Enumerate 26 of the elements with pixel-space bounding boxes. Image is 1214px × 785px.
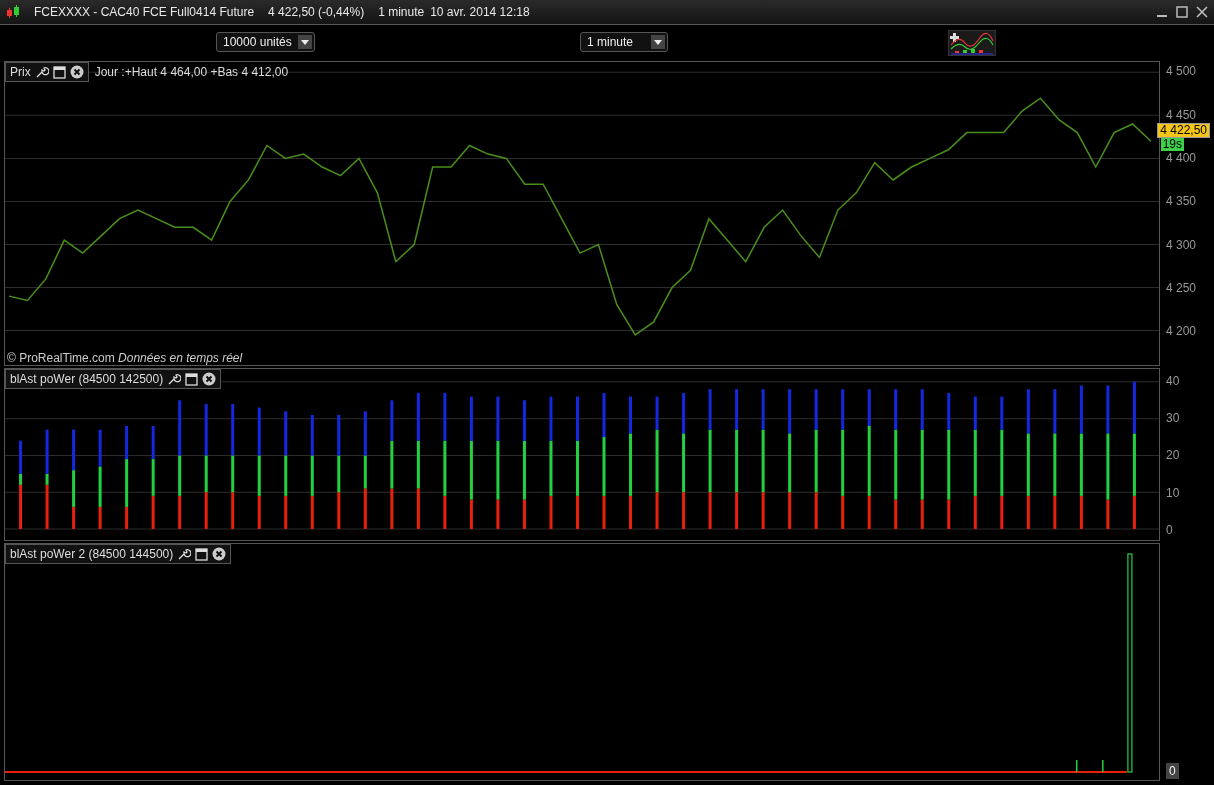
axis-label: 4 350 — [1166, 194, 1197, 209]
units-dropdown[interactable]: 10000 unités — [216, 32, 315, 52]
axis-label: 4 500 — [1166, 64, 1197, 79]
panel-title: Prix — [10, 65, 31, 79]
axis-label: 4 250 — [1166, 281, 1197, 295]
axis-label: 30 — [1166, 411, 1180, 426]
axis-label: 4 200 — [1166, 324, 1197, 339]
last-price-tag: 4 422,50 — [1157, 123, 1210, 138]
axis-label: 0 — [1166, 522, 1173, 537]
interval-text: 1 minute — [378, 5, 425, 19]
axis-label: 0 — [1166, 763, 1179, 779]
interval-dropdown[interactable]: 1 minute — [580, 32, 668, 52]
data-source-text: © ProRealTime.com Données en temps réel — [7, 351, 243, 365]
axis-label: 40 — [1166, 374, 1180, 388]
window-title: FCEXXXX - CAC40 FCE Full0414 Future — [34, 5, 255, 19]
axis-label: 10 — [1166, 485, 1180, 500]
panel-title: blAst poWer 2 (84500 144500) — [10, 547, 174, 561]
axis-label: 4 300 — [1166, 237, 1197, 252]
panel-title: blAst poWer (84500 142500) — [10, 372, 164, 386]
axis-label: 4 450 — [1166, 107, 1197, 122]
axis-label: 4 400 — [1166, 151, 1197, 166]
countdown-tag: 19s — [1160, 138, 1184, 151]
datetime-text: 10 avr. 2014 12:18 — [430, 5, 530, 19]
axis-label: 20 — [1166, 448, 1180, 463]
day-range-text: Jour :+Haut 4 464,00 +Bas 4 412,00 — [94, 65, 289, 79]
quote-text: 4 422,50 (-0,44%) — [268, 5, 365, 19]
